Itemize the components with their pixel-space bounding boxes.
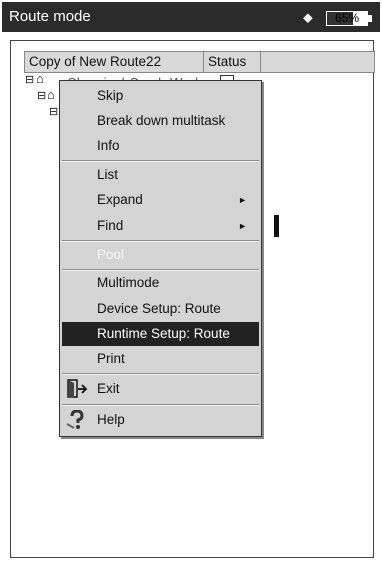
menu-item-label: Runtime Setup: Route <box>97 326 230 341</box>
route-tree[interactable]: ⊟ ⌂ ⊟ ⌂ ⊟ <box>25 71 58 133</box>
menu-item-exit[interactable]: Exit <box>62 377 259 401</box>
menu-item-label: Multimode <box>97 275 160 290</box>
menu-separator <box>62 404 259 406</box>
menu-separator <box>62 240 259 242</box>
menu-item-label: Skip <box>97 88 124 103</box>
window-title: Route mode <box>9 8 91 25</box>
menu-item-label: Device Setup: Route <box>97 301 221 316</box>
menu-item-pool: Pool <box>62 243 259 267</box>
column-header-route[interactable]: Copy of New Route22 <box>24 52 203 72</box>
menu-item-label: Help <box>97 412 125 427</box>
menu-separator <box>62 160 259 162</box>
exit-door-icon <box>66 379 88 406</box>
menu-item-label: Expand <box>97 192 143 207</box>
menu-item-print[interactable]: Print <box>62 347 259 371</box>
menu-item-expand[interactable]: Expand ► <box>62 188 259 212</box>
battery-percent: 65% <box>334 11 360 25</box>
battery-tip <box>368 15 372 22</box>
menu-item-info[interactable]: Info <box>62 134 259 158</box>
menu-item-find[interactable]: Find ► <box>62 214 259 238</box>
menu-separator <box>62 373 259 375</box>
menu-item-list[interactable]: List <box>62 163 259 187</box>
collapse-icon[interactable]: ⊟ <box>25 73 34 86</box>
menu-item-skip[interactable]: Skip <box>62 84 259 108</box>
menu-item-multimode[interactable]: Multimode <box>62 271 259 295</box>
menu-item-label: List <box>97 167 119 182</box>
route-node-icon: ⌂ <box>36 71 44 86</box>
submenu-arrow-icon: ► <box>238 221 247 231</box>
menu-item-help[interactable]: Help <box>62 408 259 432</box>
menu-item-runtime-setup[interactable]: Runtime Setup: Route <box>62 322 259 346</box>
machine-node-icon: ⌂ <box>47 87 55 102</box>
menu-item-label: Break down multitask <box>97 113 226 128</box>
menu-item-label: Exit <box>97 381 120 396</box>
help-icon <box>66 409 88 437</box>
menu-item-label: Print <box>97 351 125 366</box>
column-header-extra[interactable] <box>260 52 375 72</box>
menu-item-label: Pool <box>97 247 125 262</box>
battery-indicator: 65% <box>326 11 372 26</box>
menu-item-label: Info <box>97 138 120 153</box>
context-menu: Skip Break down multitask Info List Expa… <box>59 80 262 437</box>
menu-item-break-down-multitask[interactable]: Break down multitask <box>62 109 259 133</box>
bluetooth-icon: ⬥ <box>303 9 313 25</box>
title-bar: Route mode ⬥ 65% <box>2 2 380 32</box>
menu-item-label: Find <box>97 218 124 233</box>
collapse-icon[interactable]: ⊟ <box>49 105 58 118</box>
submenu-arrow-icon: ► <box>238 195 247 205</box>
collapse-icon[interactable]: ⊟ <box>37 89 46 102</box>
menu-item-device-setup[interactable]: Device Setup: Route <box>62 297 259 321</box>
table-header: Copy of New Route22 Status <box>24 51 375 73</box>
column-header-status[interactable]: Status <box>203 52 260 72</box>
scrollbar-thumb[interactable] <box>274 215 279 237</box>
